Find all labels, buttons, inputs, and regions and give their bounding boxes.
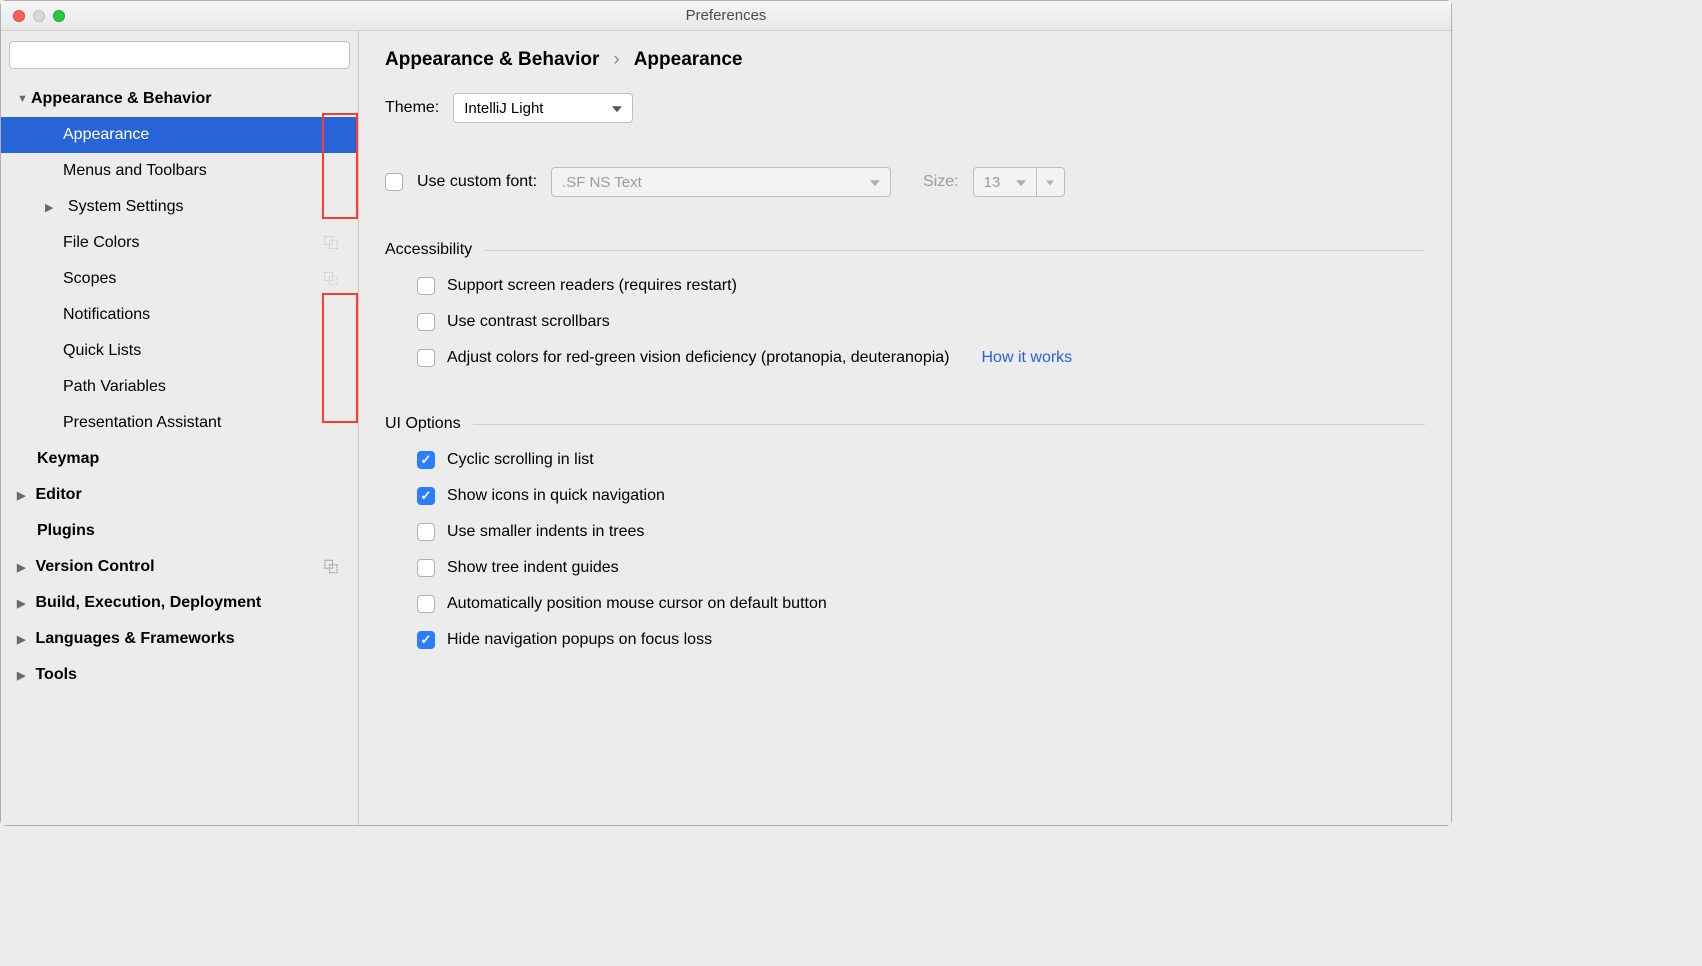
search-input[interactable] (9, 41, 350, 69)
font-size-input[interactable]: 13 (973, 167, 1037, 197)
accessibility-section: Accessibility (385, 241, 1425, 259)
sidebar-item-path-variables[interactable]: Path Variables (1, 369, 358, 405)
tree-label: File Colors (63, 234, 139, 252)
tree-label: Tools (35, 666, 76, 684)
sidebar-item-notifications[interactable]: Notifications (1, 297, 358, 333)
sidebar-item-appearance[interactable]: Appearance (1, 117, 358, 153)
option-label: Show icons in quick navigation (447, 487, 665, 505)
close-window-button[interactable] (13, 10, 25, 22)
tree-label: Notifications (63, 306, 150, 324)
zoom-window-button[interactable] (53, 10, 65, 22)
sidebar-item-plugins[interactable]: Plugins (1, 513, 358, 549)
option-label: Automatically position mouse cursor on d… (447, 595, 827, 613)
tree-indent-guides-checkbox[interactable] (417, 559, 435, 577)
sidebar-item-keymap[interactable]: Keymap (1, 441, 358, 477)
tree-label: Editor (35, 486, 81, 504)
sidebar-item-presentation-assistant[interactable]: Presentation Assistant (1, 405, 358, 441)
chevron-right-icon: ▶ (17, 489, 31, 502)
tree-label: Appearance (63, 126, 149, 144)
ui-options-section: UI Options (385, 415, 1425, 433)
content-pane: Appearance & Behavior › Appearance Theme… (359, 31, 1451, 825)
breadcrumb-root: Appearance & Behavior (385, 49, 599, 71)
option-label: Use smaller indents in trees (447, 523, 644, 541)
chevron-right-icon: ▶ (45, 201, 59, 214)
minimize-window-button[interactable] (33, 10, 45, 22)
option-label: Use contrast scrollbars (447, 313, 610, 331)
breadcrumb: Appearance & Behavior › Appearance (385, 49, 1425, 71)
hide-nav-popups-checkbox[interactable] (417, 631, 435, 649)
settings-tree: ▼Appearance & Behavior Appearance Menus … (1, 77, 358, 825)
how-it-works-link[interactable]: How it works (982, 349, 1073, 367)
tree-label: Version Control (35, 558, 154, 576)
section-title: UI Options (385, 415, 461, 433)
window-title: Preferences (686, 7, 767, 24)
divider (473, 424, 1425, 425)
tree-label: Build, Execution, Deployment (35, 594, 261, 612)
breadcrumb-leaf: Appearance (634, 49, 743, 71)
chevron-right-icon: ▶ (17, 633, 31, 646)
sidebar-item-languages-frameworks[interactable]: ▶ Languages & Frameworks (1, 621, 358, 657)
tree-label: Menus and Toolbars (63, 162, 207, 180)
project-level-icon: ⿻ (324, 269, 338, 289)
font-size-dropdown-button[interactable] (1037, 167, 1065, 197)
adjust-colors-checkbox[interactable] (417, 349, 435, 367)
size-label: Size: (923, 173, 959, 191)
font-select[interactable]: .SF NS Text (551, 167, 891, 197)
option-label: Adjust colors for red-green vision defic… (447, 349, 950, 367)
tree-label: Appearance & Behavior (31, 90, 212, 108)
option-label: Show tree indent guides (447, 559, 619, 577)
sidebar-item-file-colors[interactable]: File Colors ⿻ (1, 225, 358, 261)
tree-label: Path Variables (63, 378, 166, 396)
project-level-icon: ⿻ (324, 557, 338, 577)
sidebar: ▼Appearance & Behavior Appearance Menus … (1, 31, 359, 825)
use-custom-font-label: Use custom font: (417, 173, 537, 191)
option-label: Support screen readers (requires restart… (447, 277, 737, 295)
divider (484, 250, 1425, 251)
option-label: Cyclic scrolling in list (447, 451, 594, 469)
auto-position-cursor-checkbox[interactable] (417, 595, 435, 613)
tree-label: System Settings (68, 198, 184, 216)
sidebar-item-version-control[interactable]: ▶ Version Control ⿻ (1, 549, 358, 585)
sidebar-item-editor[interactable]: ▶ Editor (1, 477, 358, 513)
sidebar-item-quick-lists[interactable]: Quick Lists (1, 333, 358, 369)
use-custom-font-checkbox[interactable] (385, 173, 403, 191)
chevron-right-icon: ▶ (17, 561, 31, 574)
cyclic-scrolling-checkbox[interactable] (417, 451, 435, 469)
contrast-scrollbars-checkbox[interactable] (417, 313, 435, 331)
chevron-right-icon: ▶ (17, 669, 31, 682)
project-level-icon: ⿻ (324, 233, 338, 253)
chevron-down-icon: ▼ (17, 93, 31, 105)
sidebar-item-appearance-behavior[interactable]: ▼Appearance & Behavior (1, 81, 358, 117)
option-label: Hide navigation popups on focus loss (447, 631, 712, 649)
tree-label: Quick Lists (63, 342, 141, 360)
screen-readers-checkbox[interactable] (417, 277, 435, 295)
tree-label: Languages & Frameworks (35, 630, 234, 648)
sidebar-item-system-settings[interactable]: ▶ System Settings (1, 189, 358, 225)
tree-label: Scopes (63, 270, 116, 288)
tree-label: Keymap (37, 450, 99, 468)
window-controls (1, 10, 65, 22)
sidebar-item-build-execution[interactable]: ▶ Build, Execution, Deployment (1, 585, 358, 621)
chevron-right-icon: ▶ (17, 597, 31, 610)
smaller-indents-checkbox[interactable] (417, 523, 435, 541)
show-icons-checkbox[interactable] (417, 487, 435, 505)
sidebar-item-tools[interactable]: ▶ Tools (1, 657, 358, 693)
tree-label: Plugins (37, 522, 95, 540)
titlebar: Preferences (1, 1, 1451, 31)
sidebar-item-menus-toolbars[interactable]: Menus and Toolbars (1, 153, 358, 189)
theme-select[interactable]: IntelliJ Light (453, 93, 633, 123)
tree-label: Presentation Assistant (63, 414, 221, 432)
section-title: Accessibility (385, 241, 472, 259)
sidebar-item-scopes[interactable]: Scopes ⿻ (1, 261, 358, 297)
chevron-right-icon: › (613, 49, 619, 71)
theme-label: Theme: (385, 99, 439, 117)
